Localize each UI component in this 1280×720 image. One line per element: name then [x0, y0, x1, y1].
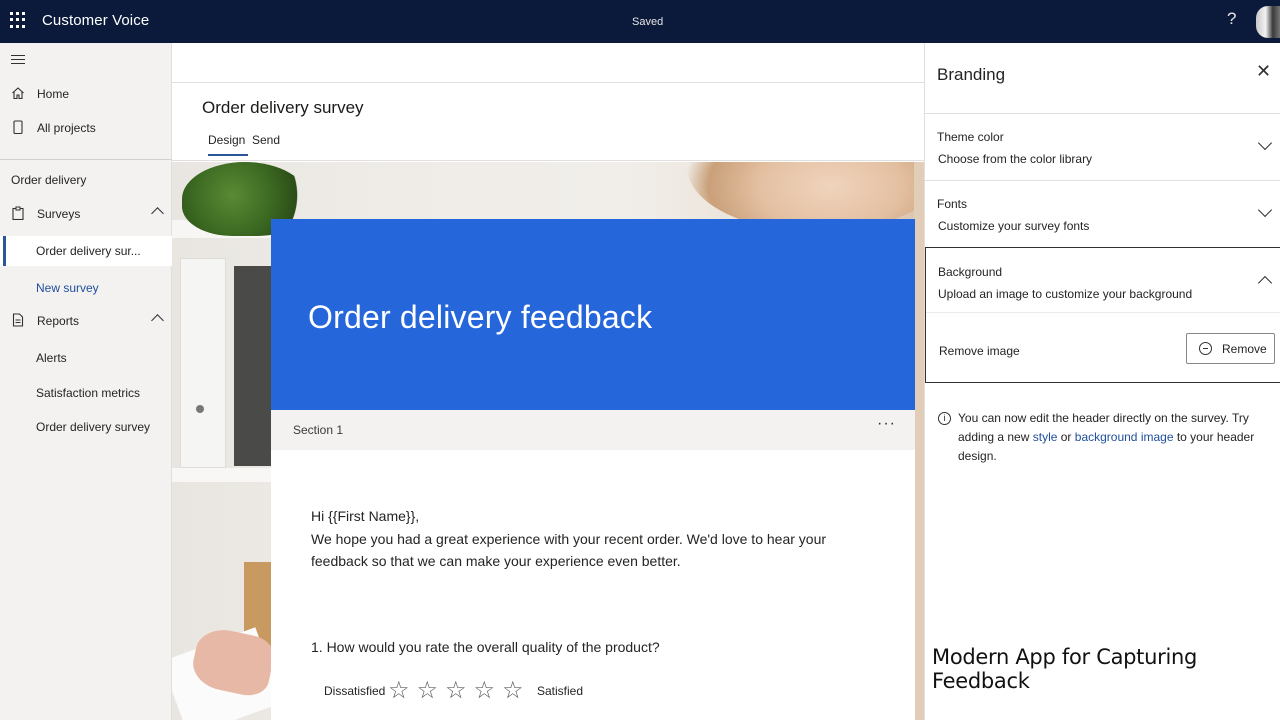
greeting-line: Hi {{First Name}}, — [311, 508, 420, 524]
sidebar-item-home[interactable]: Home — [0, 79, 172, 109]
accordion-heading: Theme color — [937, 130, 1004, 144]
info-icon: i — [938, 412, 951, 425]
branding-panel: Branding ✕ Theme color Choose from the c… — [924, 43, 1280, 720]
section-label: Section 1 — [293, 423, 344, 437]
sidebar-item-satisfaction-metrics[interactable]: Satisfaction metrics — [0, 378, 172, 408]
sidebar-item-label: Reports — [37, 314, 80, 328]
background-person-shoulder — [914, 162, 924, 720]
chevron-up-icon[interactable] — [151, 314, 164, 327]
app-title[interactable]: Customer Voice — [42, 12, 149, 29]
info-text: You can now edit the header directly on … — [938, 409, 1273, 466]
star-icon[interactable]: ☆ — [417, 677, 446, 705]
remove-image-label: Remove image — [939, 344, 1020, 358]
chevron-down-icon[interactable] — [1257, 202, 1273, 218]
chevron-up-icon[interactable] — [1257, 275, 1273, 291]
background-image-link[interactable]: background image — [1075, 430, 1174, 444]
accordion-separator — [926, 312, 1280, 313]
page-title: Order delivery survey — [202, 98, 364, 117]
info-message: i You can now edit the header directly o… — [938, 409, 1273, 466]
question-title[interactable]: 1. How would you rate the overall qualit… — [311, 639, 660, 655]
tab-design[interactable]: Design — [208, 133, 249, 156]
sidebar: Home All projects Order delivery Surveys… — [0, 43, 172, 720]
rating-low-label: Dissatisfied — [324, 684, 386, 698]
sidebar-item-order-delivery-survey[interactable]: Order delivery sur... — [0, 236, 172, 266]
sidebar-item-label: Surveys — [37, 207, 81, 221]
sidebar-item-new-survey[interactable]: New survey — [0, 273, 172, 303]
sidebar-item-label: New survey — [36, 281, 99, 295]
background-binder — [234, 266, 272, 466]
help-icon[interactable]: ? — [1227, 9, 1236, 29]
star-icon[interactable]: ☆ — [445, 677, 474, 705]
survey-greeting[interactable]: Hi {{First Name}}, We hope you had a gre… — [311, 505, 881, 573]
accordion-description: Upload an image to customize your backgr… — [938, 287, 1193, 301]
background-shelf — [172, 468, 272, 482]
sidebar-item-all-projects[interactable]: All projects — [0, 113, 172, 143]
info-text-mid: or — [1057, 430, 1075, 444]
project-label[interactable]: Order delivery — [11, 173, 86, 187]
avatar[interactable] — [1256, 6, 1280, 38]
accordion-description: Customize your survey fonts — [938, 219, 1090, 233]
theme-color-accordion[interactable]: Theme color Choose from the color librar… — [925, 113, 1280, 180]
star-icon[interactable]: ☆ — [474, 677, 503, 705]
tab-send[interactable]: Send — [252, 133, 280, 147]
accordion-heading: Background — [938, 265, 1003, 279]
sidebar-divider — [0, 159, 172, 160]
background-accordion[interactable]: Background Upload an image to customize … — [925, 247, 1280, 383]
fonts-accordion[interactable]: Fonts Customize your survey fonts — [925, 180, 1280, 247]
star-icon[interactable]: ☆ — [388, 677, 417, 705]
sidebar-item-reports[interactable]: Reports — [0, 306, 172, 336]
clipboard-icon — [12, 206, 24, 220]
panel-title: Branding — [937, 65, 1006, 84]
star-rating: ☆ ☆ ☆ ☆ ☆ — [388, 677, 531, 705]
remove-button-label: Remove — [1222, 342, 1267, 356]
overlay-caption: Modern App for Capturing Feedback — [932, 645, 1198, 693]
survey-title[interactable]: Order delivery feedback — [308, 299, 652, 336]
chevron-down-icon[interactable] — [1257, 135, 1273, 151]
rating-high-label: Satisfied — [537, 684, 584, 698]
sidebar-item-label: Order delivery survey — [36, 420, 151, 434]
report-icon — [12, 313, 24, 327]
top-bar: Customer Voice Saved ? — [0, 0, 1280, 43]
background-binder-ring — [196, 405, 204, 413]
page-header: Order delivery survey Design Send — [172, 84, 924, 161]
sidebar-item-label: Satisfaction metrics — [36, 386, 141, 400]
sidebar-item-label: Home — [37, 87, 70, 101]
sidebar-item-label: Alerts — [36, 351, 67, 365]
remove-button[interactable]: Remove — [1186, 333, 1275, 364]
save-status: Saved — [632, 16, 664, 28]
survey-card: Order delivery feedback Section 1 ··· Hi… — [271, 219, 915, 720]
survey-header[interactable]: Order delivery feedback — [271, 219, 915, 410]
home-icon — [12, 87, 24, 100]
accordion-heading: Fonts — [937, 197, 968, 211]
background-binder — [180, 258, 226, 468]
close-icon[interactable]: ✕ — [1256, 61, 1271, 82]
sidebar-item-surveys[interactable]: Surveys — [0, 199, 172, 229]
greeting-body: We hope you had a great experience with … — [311, 530, 827, 570]
sidebar-item-label: All projects — [37, 121, 96, 135]
chevron-up-icon[interactable] — [151, 207, 164, 220]
sidebar-item-label: Order delivery sur... — [36, 244, 141, 258]
phone-icon — [13, 120, 23, 134]
hamburger-menu-icon[interactable] — [11, 55, 25, 67]
app-launcher-icon[interactable] — [10, 12, 26, 28]
more-options-icon[interactable]: ··· — [877, 415, 896, 433]
style-link[interactable]: style — [1033, 430, 1058, 444]
command-bar — [172, 43, 924, 83]
minus-circle-icon — [1199, 342, 1212, 355]
sidebar-item-alerts[interactable]: Alerts — [0, 343, 172, 373]
accordion-description: Choose from the color library — [938, 152, 1093, 166]
section-bar: Section 1 ··· — [271, 410, 915, 450]
sidebar-item-order-delivery-report[interactable]: Order delivery survey — [0, 412, 172, 442]
star-icon[interactable]: ☆ — [502, 677, 531, 705]
